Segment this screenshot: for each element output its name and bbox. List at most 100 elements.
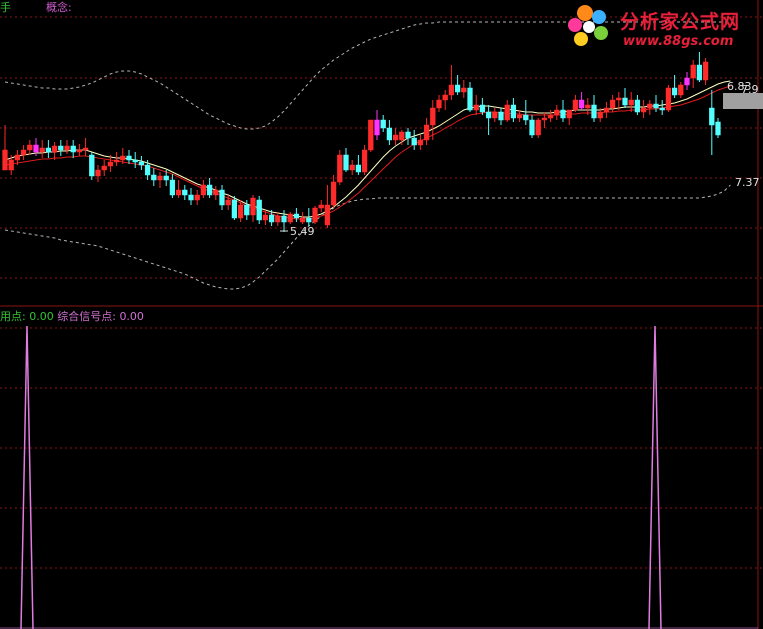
candle-body	[281, 215, 287, 223]
candle-body	[504, 104, 510, 121]
candle-body	[151, 174, 157, 181]
candle-body	[461, 87, 467, 93]
candle-body	[169, 179, 176, 196]
bollinger-bands	[4, 21, 731, 290]
candle-body	[709, 107, 715, 126]
candle-body	[442, 94, 448, 101]
candle-body	[244, 204, 250, 216]
candle-body	[64, 145, 70, 151]
candle-body	[702, 61, 709, 81]
signal-spike	[20, 325, 34, 629]
candle-body	[684, 77, 690, 86]
candle-body	[293, 213, 300, 219]
candle-body	[275, 215, 281, 223]
candle-body	[361, 149, 368, 173]
candle-body	[299, 217, 306, 223]
price-labels: 5.496.837.97.37	[280, 80, 760, 238]
candle-body	[194, 194, 200, 201]
candle-body	[603, 107, 610, 113]
candle-body	[188, 194, 194, 201]
candle-body	[671, 87, 678, 96]
candle-body	[337, 154, 343, 183]
candle-body	[454, 84, 461, 93]
candle-body	[82, 147, 89, 151]
candle-body	[200, 184, 207, 196]
candle-body	[132, 159, 138, 163]
candle-body	[399, 131, 405, 141]
candlesticks	[2, 52, 721, 232]
band-lower-line	[4, 184, 731, 290]
candle-body	[547, 114, 554, 119]
candle-body	[529, 119, 535, 136]
candle-body	[89, 154, 95, 177]
indicator-header: 用点: 0.00 综合信号点: 0.00	[0, 310, 144, 323]
candle-body	[591, 104, 597, 119]
candle-body	[485, 111, 492, 119]
candle-body	[374, 119, 380, 136]
logo-url[interactable]: www.88gs.com	[623, 34, 733, 49]
indicator-name-2: 综合信号点:	[57, 310, 116, 323]
candle-body	[479, 104, 486, 113]
candle-body	[616, 97, 622, 101]
price-label: 7.37	[735, 176, 760, 189]
current-price-box	[723, 93, 763, 109]
candle-body	[516, 114, 523, 119]
candle-body	[256, 199, 262, 221]
flower-logo-icon	[568, 5, 608, 46]
candle-body	[287, 213, 293, 223]
candle-body	[380, 119, 386, 129]
candle-body	[566, 109, 572, 119]
signal-lines	[0, 325, 758, 629]
candle-body	[392, 134, 399, 141]
candle-body	[138, 161, 145, 166]
candle-body	[386, 127, 393, 141]
candle-body	[541, 117, 548, 121]
candle-body	[2, 149, 8, 171]
candle-body	[39, 147, 45, 153]
candle-body	[175, 189, 182, 196]
candle-body	[163, 175, 169, 181]
logo-title: 分析家公式网	[620, 11, 741, 33]
candle-body	[58, 145, 64, 151]
candle-body	[430, 107, 436, 126]
indicator-value-2: 0.00	[119, 310, 144, 323]
candle-body	[423, 124, 430, 141]
candle-body	[628, 99, 634, 106]
moving-averages	[4, 80, 731, 220]
candle-body	[578, 99, 585, 109]
candle-body	[250, 197, 256, 216]
chart-window: 5.49 6.83 7.9 7.37 手 概念: 分析家公式网 www.88gs.co…	[0, 0, 763, 629]
candle-body	[492, 111, 498, 119]
candle-body	[262, 214, 269, 221]
candle-body	[715, 121, 721, 136]
site-logo: 分析家公式网 www.88gs.com	[563, 3, 758, 53]
candle-body	[76, 149, 83, 153]
candle-body	[318, 204, 324, 209]
indicator-value-1: 0.00	[29, 310, 54, 323]
candle-body	[436, 99, 442, 109]
candle-body	[20, 149, 27, 156]
candle-body	[95, 169, 101, 177]
candle-body	[535, 119, 541, 136]
candle-body	[690, 64, 696, 79]
candle-body	[113, 159, 120, 163]
candle-body	[405, 131, 411, 139]
candle-body	[597, 111, 603, 119]
candle-body	[665, 87, 672, 111]
candle-body	[45, 147, 52, 153]
candle-body	[306, 217, 312, 223]
candle-body	[343, 154, 349, 171]
candle-body	[51, 145, 58, 153]
candle-body	[467, 87, 473, 111]
candle-body	[225, 199, 231, 206]
signal-spike	[648, 325, 662, 629]
candle-body	[554, 109, 560, 116]
candle-body	[324, 204, 331, 226]
candle-body	[182, 189, 188, 196]
candle-body	[219, 189, 225, 206]
header-label: 手	[0, 1, 11, 14]
candle-body	[70, 145, 76, 153]
candle-body	[126, 155, 132, 161]
candle-body	[330, 181, 337, 206]
candle-body	[144, 164, 151, 176]
